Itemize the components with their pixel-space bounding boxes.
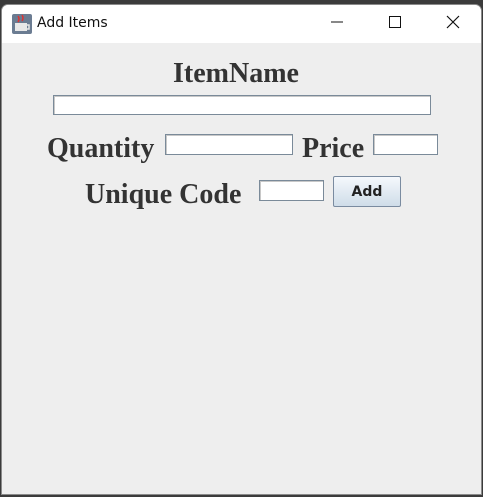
unique-code-field[interactable] [259,180,324,201]
close-icon [446,15,460,34]
item-name-field[interactable] [53,95,431,115]
minimize-button[interactable] [308,5,366,43]
window-title: Add Items [37,15,108,31]
add-items-window: Add Items ItemName Quantity Price Unique… [1,4,482,495]
quantity-label: Quantity [47,133,155,164]
maximize-icon [389,15,401,33]
price-field[interactable] [373,134,438,155]
add-button[interactable]: Add [333,176,401,207]
title-bar[interactable]: Add Items [2,5,481,43]
close-button[interactable] [424,5,481,43]
unique-code-label: Unique Code [85,179,242,210]
minimize-icon [331,15,343,33]
java-cup-icon [12,14,32,34]
form-panel: ItemName Quantity Price Unique Code Add [2,43,481,494]
price-label: Price [302,133,365,164]
quantity-field[interactable] [165,134,293,155]
maximize-button[interactable] [366,5,424,43]
item-name-label: ItemName [173,58,299,89]
